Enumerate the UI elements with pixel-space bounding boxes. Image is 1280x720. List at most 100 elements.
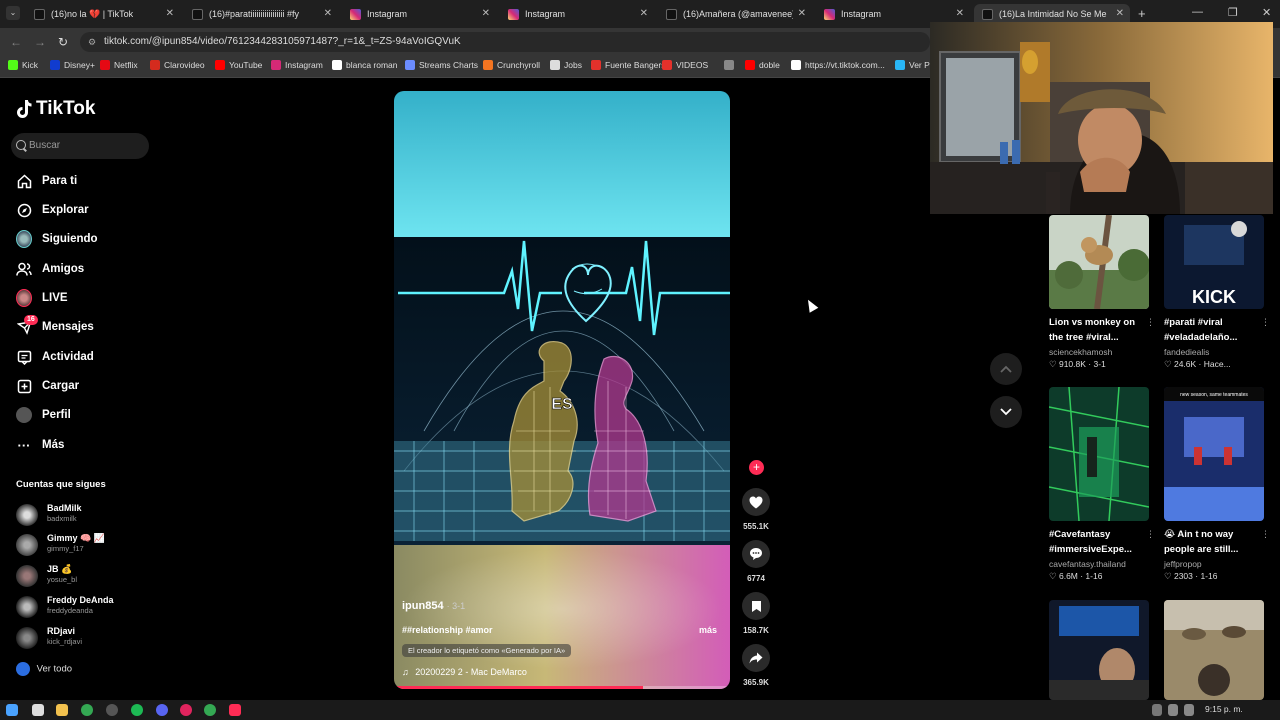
widgets-icon[interactable] <box>32 704 44 716</box>
discord-icon[interactable] <box>156 704 168 716</box>
bookmark-item[interactable]: Ver Pa <box>895 60 935 70</box>
video-thumbnail[interactable] <box>1049 215 1149 309</box>
bookmark-item[interactable]: Streams Charts <box>405 60 478 70</box>
suggested-video[interactable]: KICK #parati #viral #veladadelaño... fan… <box>1164 215 1270 370</box>
browser-tab-active[interactable]: (16)La Intimidad No Se Me ✕ <box>974 4 1130 24</box>
bookmark-item[interactable]: Crunchyroll <box>483 60 540 70</box>
browser-tab[interactable]: Instagram ✕ <box>500 4 654 24</box>
video-thumbnail[interactable] <box>1164 600 1264 700</box>
close-icon[interactable]: ✕ <box>956 8 964 19</box>
caption-more-link[interactable]: más <box>699 625 717 635</box>
search-input[interactable]: Buscar <box>11 133 149 159</box>
suggested-video[interactable] <box>1049 600 1149 700</box>
tab-search-icon[interactable]: ⌄ <box>6 6 20 20</box>
app-icon[interactable] <box>180 704 192 716</box>
save-button[interactable] <box>742 592 770 620</box>
browser-tab[interactable]: Instagram ✕ <box>816 4 970 24</box>
bookmark-item[interactable]: Instagram <box>271 60 323 70</box>
share-button[interactable] <box>742 644 770 672</box>
taskbar-clock[interactable]: 9:15 p. m. <box>1205 704 1243 714</box>
bookmark-item[interactable]: Kick <box>8 60 38 70</box>
bookmark-item[interactable]: doble <box>745 60 780 70</box>
close-icon[interactable]: ✕ <box>166 8 174 19</box>
close-icon[interactable]: ✕ <box>798 8 806 19</box>
webcam-feed <box>930 22 1273 214</box>
site-info-icon[interactable]: ⚙ <box>88 32 96 52</box>
obs-icon[interactable] <box>106 704 118 716</box>
nav-mas[interactable]: ··· Más <box>16 434 65 456</box>
more-options-icon[interactable]: ⋮ <box>1261 529 1270 540</box>
close-icon[interactable]: ✕ <box>324 8 332 19</box>
bookmark-item[interactable]: https://vt.tiktok.com... <box>791 60 885 70</box>
restore-icon[interactable]: ❐ <box>1228 6 1238 19</box>
back-icon[interactable]: ← <box>10 35 22 49</box>
search-icon <box>16 140 26 150</box>
url-field[interactable]: ⚙ tiktok.com/@ipun854/video/761234428310… <box>80 32 930 52</box>
bookmark-item[interactable]: Netflix <box>100 60 138 70</box>
video-thumbnail[interactable] <box>1049 387 1149 521</box>
close-icon[interactable]: ✕ <box>1116 8 1124 19</box>
nav-siguiendo[interactable]: Siguiendo <box>16 228 98 250</box>
next-video-button[interactable] <box>990 396 1022 428</box>
nav-perfil[interactable]: Perfil <box>16 404 71 426</box>
suggested-video[interactable]: new season, same teammates 😭 Ain t no wa… <box>1164 387 1270 582</box>
suggested-video[interactable]: #Cavefantasy #immersiveExpe... cavefanta… <box>1049 387 1155 582</box>
bookmark-item[interactable]: Fuente Bangers <box>591 60 665 70</box>
video-thumbnail[interactable] <box>1049 600 1149 700</box>
forward-icon[interactable]: → <box>34 35 46 49</box>
chrome-icon[interactable] <box>204 704 216 716</box>
minimize-icon[interactable]: — <box>1192 6 1203 18</box>
get-app-icon[interactable] <box>16 662 30 676</box>
tray-chevron-icon[interactable] <box>1152 704 1162 716</box>
music-link[interactable]: ♫ 20200229 2 - Mac DeMarco <box>402 667 527 677</box>
svg-text:KICK: KICK <box>1192 287 1236 307</box>
video-hashtags[interactable]: ##relationship #amor <box>402 625 493 635</box>
browser-tab[interactable]: Instagram ✕ <box>342 4 496 24</box>
suggested-video[interactable]: Lion vs monkey on the tree #viral... sci… <box>1049 215 1155 370</box>
browser-tab[interactable]: (16)#paratiіііііііііііііііі #fy ✕ <box>184 4 338 24</box>
volume-icon[interactable] <box>1184 704 1194 716</box>
bookmark-item[interactable] <box>724 60 738 70</box>
suggested-video[interactable] <box>1164 600 1264 700</box>
video-thumbnail[interactable]: KICK <box>1164 215 1264 309</box>
reload-icon[interactable]: ↻ <box>58 35 68 49</box>
new-tab-button[interactable]: + <box>1138 6 1146 21</box>
like-button[interactable] <box>742 488 770 516</box>
tiktok-logo[interactable]: TikTok <box>16 98 95 120</box>
chrome-icon[interactable] <box>81 704 93 716</box>
spotify-icon[interactable] <box>131 704 143 716</box>
nav-explorar[interactable]: Explorar <box>16 199 89 221</box>
bookmark-item[interactable]: Disney+ <box>50 60 95 70</box>
browser-tab[interactable]: (16)Amañera (@amavenee) | Ti ✕ <box>658 4 812 24</box>
nav-para-ti[interactable]: Para ti <box>16 170 77 192</box>
bookmark-item[interactable]: Jobs <box>550 60 582 70</box>
comment-button[interactable] <box>742 540 770 568</box>
bookmark-item[interactable]: VIDEOS <box>662 60 708 70</box>
nav-amigos[interactable]: Amigos <box>16 258 84 280</box>
bookmark-item[interactable]: blanca roman <box>332 60 398 70</box>
follow-plus-button[interactable]: + <box>749 460 764 475</box>
video-progress-bar[interactable] <box>394 686 730 689</box>
more-options-icon[interactable]: ⋮ <box>1146 317 1155 328</box>
nav-cargar[interactable]: Cargar <box>16 375 79 397</box>
video-thumbnail[interactable]: new season, same teammates <box>1164 387 1264 521</box>
video-player[interactable]: ES ipun854 · 3-1 ##relationship #amor má… <box>394 91 730 689</box>
nav-actividad[interactable]: Actividad <box>16 346 94 368</box>
network-icon[interactable] <box>1168 704 1178 716</box>
close-icon[interactable]: ✕ <box>482 8 490 19</box>
close-icon[interactable]: ✕ <box>640 8 648 19</box>
file-explorer-icon[interactable] <box>56 704 68 716</box>
start-icon[interactable] <box>6 704 18 716</box>
more-options-icon[interactable]: ⋮ <box>1261 317 1270 328</box>
nav-live[interactable]: LIVE <box>16 287 68 309</box>
video-author[interactable]: ipun854 · 3-1 <box>402 600 465 612</box>
tiktok-icon[interactable] <box>229 704 241 716</box>
close-window-icon[interactable]: ✕ <box>1262 6 1271 19</box>
more-options-icon[interactable]: ⋮ <box>1146 529 1155 540</box>
nav-mensajes[interactable]: 16 Mensajes <box>16 315 94 338</box>
bookmark-item[interactable]: Clarovideo <box>150 60 205 70</box>
browser-tab[interactable]: (16)no la 💔 | TikTok ✕ <box>26 4 180 24</box>
previous-video-button[interactable] <box>990 353 1022 385</box>
see-all-link[interactable]: Ver todo <box>16 662 72 676</box>
bookmark-item[interactable]: YouTube <box>215 60 262 70</box>
